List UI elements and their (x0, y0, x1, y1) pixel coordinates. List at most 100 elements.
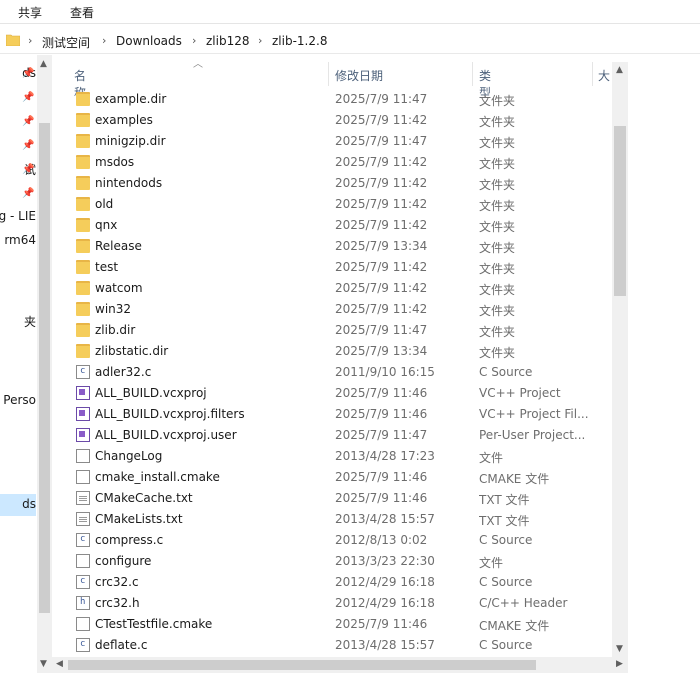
column-divider[interactable] (328, 62, 329, 86)
chevron-right-icon[interactable]: › (258, 34, 262, 47)
column-divider[interactable] (592, 62, 593, 86)
chevron-right-icon[interactable]: › (28, 34, 32, 47)
file-row[interactable]: ALL_BUILD.vcxproj 2025/7/9 11:46 VC++ Proj… (52, 383, 612, 404)
file-row[interactable]: ALL_BUILD.vcxproj.user 2025/7/9 11:47 Per-… (52, 425, 612, 446)
vcxproj-icon (76, 386, 90, 400)
horizontal-scrollbar-thumb[interactable] (68, 660, 536, 670)
file-row[interactable]: compress.c 2012/8/13 0:02 C Source (52, 530, 612, 551)
scroll-down-icon[interactable]: ▼ (40, 659, 47, 669)
file-name: ALL_BUILD.vcxproj.user (95, 428, 237, 442)
file-name: crc32.h (95, 596, 140, 610)
file-date: 2025/7/9 11:42 (335, 302, 428, 316)
file-row[interactable]: adler32.c 2011/9/10 16:15 C Source (52, 362, 612, 383)
scroll-right-icon[interactable]: ▶ (616, 659, 623, 669)
scroll-up-icon[interactable]: ▲ (616, 65, 623, 75)
file-date: 2025/7/9 11:42 (335, 218, 428, 232)
file-name: msdos (95, 155, 135, 169)
pin-icon: 📌 (22, 116, 35, 127)
folder-icon (76, 176, 90, 190)
file-row[interactable]: Release 2025/7/9 13:34 文件夹 (52, 236, 612, 257)
folder-icon (76, 113, 90, 127)
scroll-left-icon[interactable]: ◀ (56, 659, 63, 669)
file-row[interactable]: msdos 2025/7/9 11:42 文件夹 (52, 152, 612, 173)
sort-ascending-icon: ︿ (193, 59, 203, 70)
file-date: 2025/7/9 13:34 (335, 344, 428, 358)
file-row[interactable]: test 2025/7/9 11:42 文件夹 (52, 257, 612, 278)
column-divider[interactable] (472, 62, 473, 86)
file-row[interactable]: example.dir 2025/7/9 11:47 文件夹 (52, 89, 612, 110)
text-file-icon (76, 491, 90, 505)
breadcrumb-item[interactable]: 测试空间 (42, 34, 90, 51)
folder-icon (76, 92, 90, 106)
file-row[interactable]: ALL_BUILD.vcxproj.filters 2025/7/9 11:46 V… (52, 404, 612, 425)
file-name: win32 (95, 302, 132, 316)
file-row[interactable]: zlibstatic.dir 2025/7/9 13:34 文件夹 (52, 341, 612, 362)
file-row[interactable]: examples 2025/7/9 11:42 文件夹 (52, 110, 612, 131)
file-row[interactable]: deflate.c 2013/4/28 15:57 C Source (52, 635, 612, 656)
file-date: 2013/4/28 17:23 (335, 449, 435, 463)
file-type: 文件夹 (479, 199, 516, 213)
file-list-horizontal-scrollbar[interactable]: ◀ ▶ (52, 657, 628, 673)
file-row[interactable]: win32 2025/7/9 11:42 文件夹 (52, 299, 612, 320)
file-row[interactable]: configure 2013/3/23 22:30 文件 (52, 551, 612, 572)
file-row[interactable]: old 2025/7/9 11:42 文件夹 (52, 194, 612, 215)
file-date: 2025/7/9 11:47 (335, 323, 428, 337)
file-type: 文件夹 (479, 220, 516, 234)
file-row[interactable]: cmake_install.cmake 2025/7/9 11:46 CMAKE 文… (52, 467, 612, 488)
file-row[interactable]: zlib.dir 2025/7/9 11:47 文件夹 (52, 320, 612, 341)
file-date: 2025/7/9 11:46 (335, 617, 428, 631)
tab-share[interactable]: 共享 (18, 4, 42, 21)
file-row[interactable]: CMakeLists.txt 2013/4/28 15:57 TXT 文件 (52, 509, 612, 530)
pin-icon: 📌 (22, 92, 35, 103)
file-date: 2012/4/29 16:18 (335, 575, 435, 589)
scroll-down-icon[interactable]: ▼ (616, 644, 623, 654)
file-name: adler32.c (95, 365, 152, 379)
file-type: VC++ Project Fil... (479, 407, 589, 421)
breadcrumb-item[interactable]: zlib128 (206, 34, 250, 48)
file-name: old (95, 197, 114, 211)
scroll-up-icon[interactable]: ▲ (40, 59, 47, 69)
file-date: 2025/7/9 11:46 (335, 407, 428, 421)
file-row[interactable]: ChangeLog 2013/4/28 17:23 文件 (52, 446, 612, 467)
file-date: 2012/4/29 16:18 (335, 596, 435, 610)
breadcrumb-item[interactable]: zlib-1.2.8 (272, 34, 327, 48)
tab-view[interactable]: 查看 (70, 4, 94, 21)
file-type: C Source (479, 533, 533, 547)
file-row[interactable]: nintendods 2025/7/9 11:42 文件夹 (52, 173, 612, 194)
file-date: 2025/7/9 11:42 (335, 176, 428, 190)
file-date: 2025/7/9 11:42 (335, 155, 428, 169)
file-row[interactable]: crc32.h 2012/4/29 16:18 C/C++ Header (52, 593, 612, 614)
chevron-right-icon[interactable]: › (192, 34, 196, 47)
file-type: 文件夹 (479, 115, 516, 129)
file-name: example.dir (95, 92, 167, 106)
nav-scrollbar[interactable]: ▲ ▼ (37, 55, 52, 673)
chevron-right-icon[interactable]: › (102, 34, 106, 47)
file-row[interactable]: watcom 2025/7/9 11:42 文件夹 (52, 278, 612, 299)
file-row[interactable]: CTestTestfile.cmake 2025/7/9 11:46 CMAKE 文… (52, 614, 612, 635)
file-row[interactable]: qnx 2025/7/9 11:42 文件夹 (52, 215, 612, 236)
file-date: 2025/7/9 11:42 (335, 260, 428, 274)
file-row[interactable]: minigzip.dir 2025/7/9 11:47 文件夹 (52, 131, 612, 152)
address-bar[interactable]: › 测试空间 › Downloads › zlib128 › zlib-1.2.… (0, 29, 700, 54)
vertical-scrollbar-thumb[interactable] (614, 126, 626, 296)
file-name: nintendods (95, 176, 163, 190)
file-list-vertical-scrollbar[interactable]: ▲ ▼ (612, 62, 628, 657)
nav-scrollbar-thumb[interactable] (39, 123, 50, 613)
file-date: 2025/7/9 11:47 (335, 92, 428, 106)
file-type: 文件夹 (479, 262, 516, 276)
file-type: C Source (479, 638, 533, 652)
folder-icon (76, 134, 90, 148)
vcxproj-icon (76, 407, 90, 421)
folder-icon (76, 155, 90, 169)
file-date: 2012/8/13 0:02 (335, 533, 428, 547)
file-row[interactable]: CMakeCache.txt 2025/7/9 11:46 TXT 文件 (52, 488, 612, 509)
pin-icon: 📌 (22, 68, 35, 79)
file-icon (76, 617, 90, 631)
file-type: 文件夹 (479, 94, 516, 108)
folder-icon (76, 344, 90, 358)
breadcrumb-item[interactable]: Downloads (116, 34, 182, 48)
file-row[interactable]: crc32.c 2012/4/29 16:18 C Source (52, 572, 612, 593)
file-list: example.dir 2025/7/9 11:47 文件夹 examples 2025… (52, 89, 612, 657)
file-type: TXT 文件 (479, 514, 530, 528)
file-type: C Source (479, 365, 533, 379)
